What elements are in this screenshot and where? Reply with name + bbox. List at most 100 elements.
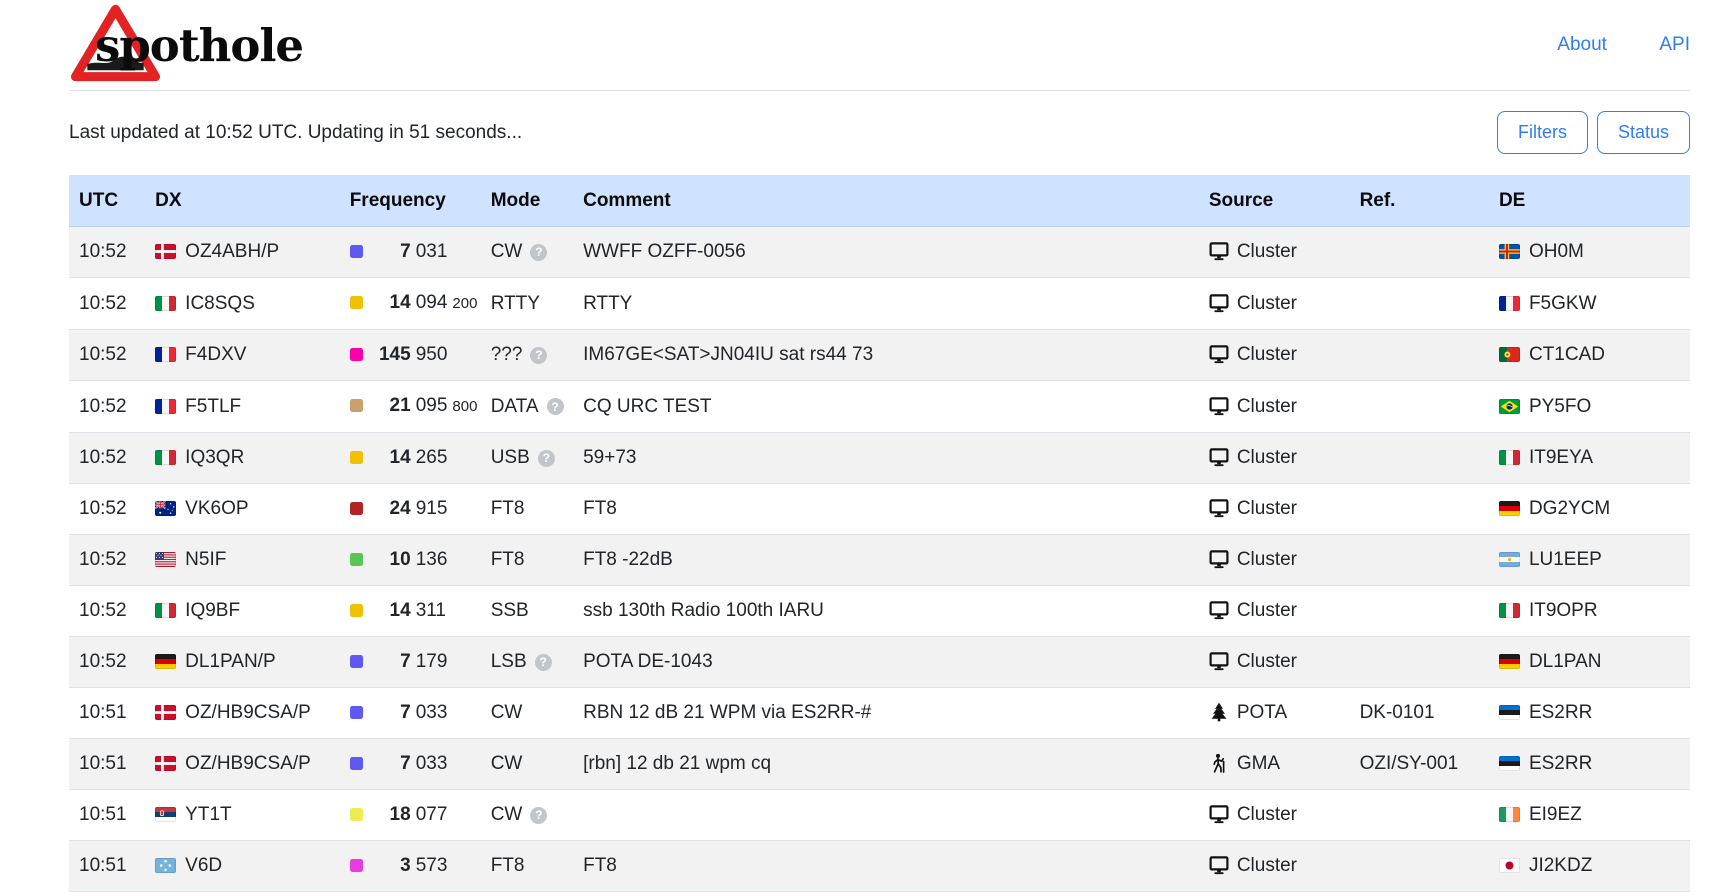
freq-khz: 094 bbox=[416, 292, 448, 313]
de-callsign[interactable]: OH0M bbox=[1529, 241, 1584, 262]
de-callsign[interactable]: IT9OPR bbox=[1529, 600, 1598, 621]
help-icon[interactable]: ? bbox=[547, 398, 564, 415]
spot-frequency: 7033 bbox=[340, 739, 481, 790]
spot-time: 10:52 bbox=[69, 535, 145, 586]
source-label: Cluster bbox=[1237, 549, 1297, 570]
col-header-utc: UTC bbox=[69, 175, 145, 227]
dx-callsign[interactable]: VK6OP bbox=[185, 498, 248, 519]
site-logo[interactable]: spothole bbox=[69, 3, 303, 88]
cluster-monitor-icon bbox=[1209, 498, 1229, 518]
dx-callsign[interactable]: YT1T bbox=[185, 804, 231, 825]
table-row[interactable]: 10:51YT1T18077CW?ClusterEI9EZ bbox=[69, 790, 1690, 841]
france-flag-icon bbox=[1499, 296, 1520, 311]
freq-mhz: 10 bbox=[374, 547, 411, 573]
status-button[interactable]: Status bbox=[1597, 111, 1690, 154]
band-color-swatch bbox=[350, 553, 363, 566]
table-row[interactable]: 10:52F4DXV145950????IM67GE<SAT>JN04IU sa… bbox=[69, 330, 1690, 381]
spot-time: 10:52 bbox=[69, 637, 145, 688]
band-color-swatch bbox=[350, 859, 363, 872]
dx-callsign[interactable]: V6D bbox=[185, 855, 222, 876]
argentina-flag-icon bbox=[1499, 552, 1520, 567]
spot-de: F5GKW bbox=[1489, 278, 1690, 330]
spot-de: ES2RR bbox=[1489, 688, 1690, 739]
table-row[interactable]: 10:52VK6OP24915FT8FT8ClusterDG2YCM bbox=[69, 484, 1690, 535]
freq-khz: 573 bbox=[416, 855, 448, 876]
dx-callsign[interactable]: F4DXV bbox=[185, 344, 246, 365]
dx-callsign[interactable]: DL1PAN/P bbox=[185, 651, 275, 672]
spot-comment: FT8 bbox=[573, 841, 1199, 892]
spot-dx: IQ3QR bbox=[145, 433, 340, 484]
table-row[interactable]: 10:51OZ/HB9CSA/P7033CW[rbn] 12 db 21 wpm… bbox=[69, 739, 1690, 790]
spot-frequency: 7031 bbox=[340, 227, 481, 278]
de-callsign[interactable]: CT1CAD bbox=[1529, 344, 1605, 365]
pota-tree-icon bbox=[1209, 702, 1229, 722]
mode-label: SSB bbox=[491, 600, 529, 621]
spot-comment: FT8 bbox=[573, 484, 1199, 535]
table-row[interactable]: 10:52OZ4ABH/P7031CW?WWFF OZFF-0056Cluste… bbox=[69, 227, 1690, 278]
denmark-flag-icon bbox=[155, 244, 176, 259]
dx-callsign[interactable]: N5IF bbox=[185, 549, 226, 570]
mode-label: FT8 bbox=[491, 498, 525, 519]
denmark-flag-icon bbox=[155, 705, 176, 720]
band-color-swatch bbox=[350, 451, 363, 464]
nav-about-link[interactable]: About bbox=[1557, 34, 1607, 55]
spot-de: IT9EYA bbox=[1489, 433, 1690, 484]
spot-frequency: 7033 bbox=[340, 688, 481, 739]
de-callsign[interactable]: ES2RR bbox=[1529, 702, 1592, 723]
de-callsign[interactable]: LU1EEP bbox=[1529, 549, 1602, 570]
spot-comment: ssb 130th Radio 100th IARU bbox=[573, 586, 1199, 637]
cluster-monitor-icon bbox=[1209, 549, 1229, 569]
help-icon[interactable]: ? bbox=[535, 654, 552, 671]
table-row[interactable]: 10:51OZ/HB9CSA/P7033CWRBN 12 dB 21 WPM v… bbox=[69, 688, 1690, 739]
help-icon[interactable]: ? bbox=[530, 244, 547, 261]
table-row[interactable]: 10:52IQ3QR14265USB?59+73ClusterIT9EYA bbox=[69, 433, 1690, 484]
de-callsign[interactable]: F5GKW bbox=[1529, 293, 1597, 314]
help-icon[interactable]: ? bbox=[530, 347, 547, 364]
de-callsign[interactable]: ES2RR bbox=[1529, 753, 1592, 774]
dx-callsign[interactable]: OZ/HB9CSA/P bbox=[185, 753, 311, 774]
mode-label: CW bbox=[491, 702, 523, 723]
de-callsign[interactable]: DG2YCM bbox=[1529, 498, 1610, 519]
help-icon[interactable]: ? bbox=[538, 450, 555, 467]
table-row[interactable]: 10:52N5IF10136FT8FT8 -22dBClusterLU1EEP bbox=[69, 535, 1690, 586]
spot-source: Cluster bbox=[1199, 381, 1350, 433]
band-color-swatch bbox=[350, 655, 363, 668]
estonia-flag-icon bbox=[1499, 705, 1520, 720]
freq-khz: 031 bbox=[416, 241, 448, 262]
table-row[interactable]: 10:52IC8SQS14094200RTTYRTTYClusterF5GKW bbox=[69, 278, 1690, 330]
help-icon[interactable]: ? bbox=[530, 807, 547, 824]
source-label: Cluster bbox=[1237, 396, 1297, 417]
spot-time: 10:52 bbox=[69, 586, 145, 637]
spot-frequency: 18077 bbox=[340, 790, 481, 841]
de-callsign[interactable]: DL1PAN bbox=[1529, 651, 1602, 672]
table-row[interactable]: 10:52F5TLF21095800DATA?CQ URC TESTCluste… bbox=[69, 381, 1690, 433]
dx-callsign[interactable]: OZ/HB9CSA/P bbox=[185, 702, 311, 723]
de-callsign[interactable]: IT9EYA bbox=[1529, 447, 1593, 468]
table-row[interactable]: 10:52IQ9BF14311SSBssb 130th Radio 100th … bbox=[69, 586, 1690, 637]
spot-ref bbox=[1350, 790, 1489, 841]
micronesia-flag-icon bbox=[155, 858, 176, 873]
mode-label: RTTY bbox=[491, 293, 540, 314]
de-callsign[interactable]: JI2KDZ bbox=[1529, 855, 1592, 876]
table-row[interactable]: 10:52DL1PAN/P7179LSB?POTA DE-1043Cluster… bbox=[69, 637, 1690, 688]
dx-callsign[interactable]: IQ3QR bbox=[185, 447, 244, 468]
freq-khz: 950 bbox=[416, 344, 448, 365]
cluster-monitor-icon bbox=[1209, 344, 1229, 364]
dx-callsign[interactable]: OZ4ABH/P bbox=[185, 241, 279, 262]
de-callsign[interactable]: PY5FO bbox=[1529, 396, 1591, 417]
spot-time: 10:52 bbox=[69, 381, 145, 433]
de-callsign[interactable]: EI9EZ bbox=[1529, 804, 1582, 825]
table-row[interactable]: 10:51V6D3573FT8FT8ClusterJI2KDZ bbox=[69, 841, 1690, 892]
dx-callsign[interactable]: F5TLF bbox=[185, 396, 241, 417]
dx-callsign[interactable]: IQ9BF bbox=[185, 600, 240, 621]
status-actions: Filters Status bbox=[1497, 111, 1690, 154]
spot-ref bbox=[1350, 381, 1489, 433]
freq-mhz: 14 bbox=[374, 598, 411, 624]
mode-label: CW bbox=[491, 753, 523, 774]
mode-label: FT8 bbox=[491, 855, 525, 876]
spot-source: Cluster bbox=[1199, 330, 1350, 381]
source-label: Cluster bbox=[1237, 344, 1297, 365]
nav-api-link[interactable]: API bbox=[1659, 34, 1690, 55]
filters-button[interactable]: Filters bbox=[1497, 111, 1588, 154]
dx-callsign[interactable]: IC8SQS bbox=[185, 293, 255, 314]
